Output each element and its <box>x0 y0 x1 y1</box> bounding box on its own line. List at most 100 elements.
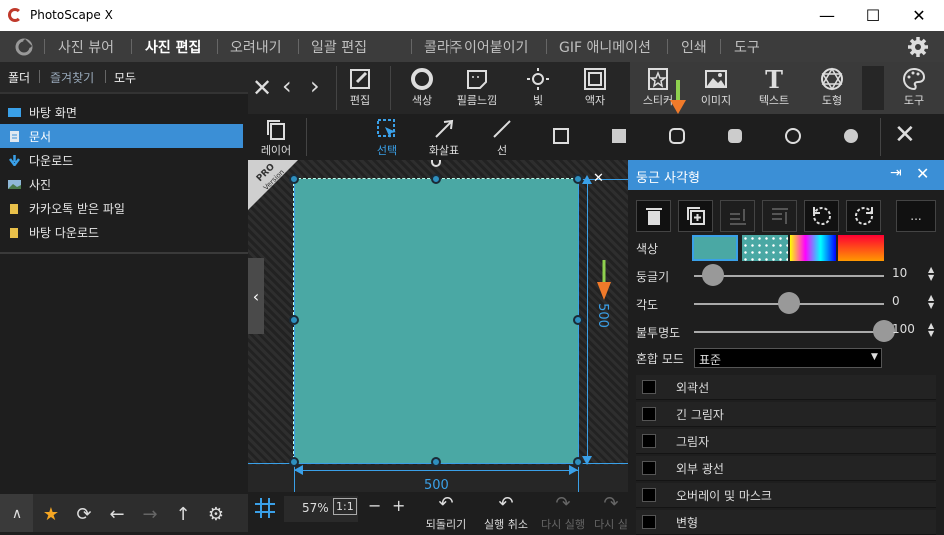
option-outline[interactable]: 외곽선 <box>636 375 936 400</box>
resize-handle-t[interactable] <box>431 174 441 184</box>
blend-mode-select[interactable]: 표준 ▼ <box>694 348 882 368</box>
resize-handle-br[interactable] <box>573 457 583 467</box>
menu-cut-out[interactable]: 오려내기 <box>230 37 282 57</box>
resize-handle-r[interactable] <box>573 315 583 325</box>
rounded-rectangle-filled-icon[interactable] <box>726 127 744 145</box>
maximize-button[interactable]: ☐ <box>850 0 896 31</box>
list-item-pictures[interactable]: 사진 <box>0 172 243 196</box>
line-tool-button[interactable]: 선 <box>478 116 526 158</box>
transform-checkbox[interactable] <box>642 515 656 529</box>
rectangle-outline-icon[interactable] <box>552 127 570 145</box>
tool-image[interactable]: 이미지 <box>692 66 740 108</box>
grid-icon[interactable] <box>254 497 276 519</box>
list-item-kakaotalk[interactable]: 카카오톡 받은 파일 <box>0 196 243 220</box>
resize-handle-tl[interactable] <box>289 174 299 184</box>
back-arrow-icon[interactable]: ← <box>106 503 128 525</box>
menu-gif[interactable]: GIF 애니메이션 <box>559 37 651 57</box>
tool-edit[interactable]: 편집 <box>336 66 384 108</box>
list-item-desktop[interactable]: 바탕 화면 <box>0 100 243 124</box>
revert-button[interactable]: ↶ 되돌리기 <box>422 490 470 532</box>
option-outer-glow[interactable]: 외부 광선 <box>636 456 936 481</box>
color-solid-swatch[interactable] <box>692 235 738 261</box>
opacity-stepper-icon[interactable]: ▲ ▼ <box>928 322 934 338</box>
actual-size-button[interactable]: 1:1 <box>333 498 357 515</box>
angle-stepper-icon[interactable]: ▲ ▼ <box>928 294 934 310</box>
resize-handle-bl[interactable] <box>289 457 299 467</box>
minimize-button[interactable]: — <box>804 0 850 31</box>
rectangle-filled-icon[interactable] <box>610 127 628 145</box>
tool-light[interactable]: 빛 <box>514 66 562 108</box>
outer-glow-checkbox[interactable] <box>642 461 656 475</box>
outline-checkbox[interactable] <box>642 380 656 394</box>
roundness-slider-knob[interactable] <box>702 264 724 286</box>
redo-all-button[interactable]: ↷ 다시 실 <box>591 490 631 532</box>
tool-frame[interactable]: 액자 <box>571 66 619 108</box>
collapse-left-panel-button[interactable]: ‹ <box>248 258 264 334</box>
bring-forward-button[interactable] <box>720 200 755 232</box>
zoom-in-button[interactable]: + <box>392 496 405 515</box>
close-panel-icon[interactable]: ✕ <box>916 164 929 183</box>
delete-shape-icon[interactable]: ✕ <box>593 171 604 186</box>
angle-slider-knob[interactable] <box>778 292 800 314</box>
menu-tools[interactable]: 도구 <box>734 37 760 57</box>
arrow-tool-button[interactable]: 화살표 <box>420 116 468 158</box>
photo-canvas[interactable]: PRO Version ‹ 500 500 ✕ <box>248 160 628 492</box>
close-button[interactable]: ✕ <box>896 0 942 31</box>
prev-photo-icon[interactable]: ‹ <box>282 72 292 100</box>
long-shadow-checkbox[interactable] <box>642 407 656 421</box>
menu-batch[interactable]: 일괄 편집 <box>311 37 367 57</box>
color-gradient-swatch[interactable] <box>838 235 884 261</box>
refresh-icon[interactable]: ⟳ <box>73 503 95 525</box>
menu-collage[interactable]: 콜라주 <box>424 37 463 57</box>
tool-tools[interactable]: 도구 <box>890 66 938 108</box>
delete-button[interactable] <box>636 200 671 232</box>
opacity-slider[interactable] <box>694 331 884 333</box>
layer-button[interactable]: 레이어 <box>252 116 300 158</box>
overlay-mask-checkbox[interactable] <box>642 488 656 502</box>
tool-shape[interactable]: 도형 <box>808 66 856 108</box>
option-overlay-mask[interactable]: 오버레이 및 마스크 <box>636 483 936 508</box>
resize-handle-b[interactable] <box>431 457 441 467</box>
resize-handle-l[interactable] <box>289 315 299 325</box>
menu-photo-viewer[interactable]: 사진 뷰어 <box>58 37 114 57</box>
rotate-left-button[interactable] <box>804 200 839 232</box>
next-photo-icon[interactable]: › <box>310 72 320 100</box>
resize-handle-tr[interactable] <box>573 174 583 184</box>
tool-film[interactable]: 필름느낌 <box>453 66 501 108</box>
menu-print[interactable]: 인쇄 <box>681 37 707 57</box>
undo-button[interactable]: ↶ 실행 취소 <box>480 490 532 532</box>
list-item-desktop-downloads[interactable]: 바탕 다운로드 <box>0 220 243 244</box>
color-spectrum-swatch[interactable] <box>790 235 836 261</box>
close-toolbar-icon[interactable]: ✕ <box>894 120 916 150</box>
option-shadow[interactable]: 그림자 <box>636 429 936 454</box>
menu-combine[interactable]: 이어붙이기 <box>464 37 528 57</box>
forward-arrow-icon[interactable]: → <box>139 503 161 525</box>
option-long-shadow[interactable]: 긴 그림자 <box>636 402 936 427</box>
tab-folders[interactable]: 폴더 <box>8 69 30 86</box>
tab-all[interactable]: 모두 <box>114 69 136 86</box>
redo-button[interactable]: ↷ 다시 실행 <box>537 490 589 532</box>
settings-gear-icon[interactable] <box>907 36 929 58</box>
rounded-rectangle-shape[interactable] <box>293 178 579 464</box>
rotate-right-button[interactable] <box>846 200 881 232</box>
circle-filled-icon[interactable] <box>842 127 860 145</box>
browser-settings-gear-icon[interactable]: ⚙ <box>205 503 227 525</box>
shadow-checkbox[interactable] <box>642 434 656 448</box>
duplicate-button[interactable] <box>678 200 713 232</box>
option-transform[interactable]: 변형 <box>636 510 936 535</box>
color-pattern-swatch[interactable] <box>742 235 788 261</box>
favorite-star-icon[interactable]: ★ <box>40 503 62 525</box>
circle-outline-icon[interactable] <box>784 127 802 145</box>
zoom-level[interactable]: 57% <box>302 501 329 515</box>
close-photo-icon[interactable]: ✕ <box>252 74 272 102</box>
collapse-up-icon[interactable]: ∧ <box>6 503 28 525</box>
tab-favorites[interactable]: 즐겨찾기 <box>50 69 94 86</box>
zoom-out-button[interactable]: − <box>368 496 381 515</box>
photoscape-home-icon[interactable] <box>14 38 34 56</box>
tool-text[interactable]: T 텍스트 <box>750 65 798 108</box>
tool-color[interactable]: 색상 <box>398 66 446 108</box>
list-item-documents[interactable]: 문서 <box>0 124 243 148</box>
pin-panel-icon[interactable]: ⇥ <box>890 165 902 181</box>
more-options-button[interactable]: ... <box>896 200 936 232</box>
select-tool-button[interactable]: 선택 <box>363 116 411 158</box>
